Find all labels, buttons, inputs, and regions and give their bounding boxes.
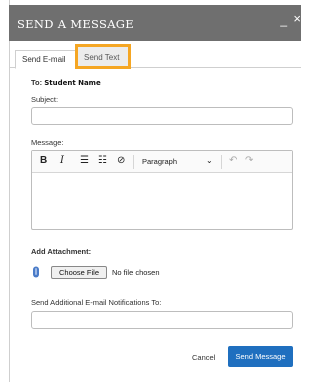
bulleted-list-icon[interactable]: ☰	[80, 155, 89, 167]
block-format-select[interactable]: Paragraph	[142, 157, 177, 166]
send-message-dialog: SEND A MESSAGE _ × Send E-mail Send Text…	[0, 0, 301, 382]
to-row: To: Student Name	[31, 78, 101, 87]
cancel-button[interactable]: Cancel	[192, 353, 215, 362]
file-status: No file chosen	[112, 268, 160, 277]
choose-file-button[interactable]: Choose File	[51, 266, 107, 279]
tab-send-text[interactable]: Send Text	[75, 44, 131, 69]
message-body[interactable]	[32, 173, 292, 229]
toolbar-divider	[133, 155, 134, 169]
tab-send-email[interactable]: Send E-mail	[15, 50, 78, 69]
dialog-titlebar: SEND A MESSAGE _ ×	[9, 5, 301, 41]
numbered-list-icon[interactable]: ☷	[98, 155, 107, 167]
notifications-label: Send Additional E-mail Notifications To:	[31, 298, 162, 307]
subject-input[interactable]	[31, 107, 293, 125]
undo-icon[interactable]: ↶	[229, 155, 237, 166]
attachment-label: Add Attachment:	[31, 247, 92, 256]
tab-send-email-label: Send E-mail	[22, 55, 66, 64]
tab-bar: Send E-mail	[9, 44, 301, 69]
minimize-icon[interactable]: _	[280, 14, 287, 26]
notifications-input[interactable]	[31, 311, 293, 329]
message-editor[interactable]: B I ☰ ☷ ⊘ Paragraph ⌄ ↶ ↷	[31, 150, 293, 230]
toolbar-divider	[221, 155, 222, 169]
chevron-down-icon[interactable]: ⌄	[206, 156, 213, 165]
close-icon[interactable]: ×	[293, 12, 301, 25]
redo-icon[interactable]: ↷	[245, 155, 253, 166]
tab-send-text-label: Send Text	[84, 53, 120, 62]
to-recipient: Student Name	[44, 79, 101, 87]
bold-icon[interactable]: B	[40, 155, 47, 167]
to-label: To:	[31, 78, 43, 87]
message-label: Message:	[31, 138, 64, 147]
send-message-button[interactable]: Send Message	[228, 346, 293, 367]
link-icon[interactable]: ⊘	[117, 155, 125, 167]
dialog-title: SEND A MESSAGE	[17, 17, 134, 31]
italic-icon[interactable]: I	[60, 155, 64, 167]
editor-toolbar: B I ☰ ☷ ⊘ Paragraph ⌄ ↶ ↷	[32, 151, 292, 173]
paperclip-icon	[33, 266, 39, 278]
subject-label: Subject:	[31, 95, 59, 104]
